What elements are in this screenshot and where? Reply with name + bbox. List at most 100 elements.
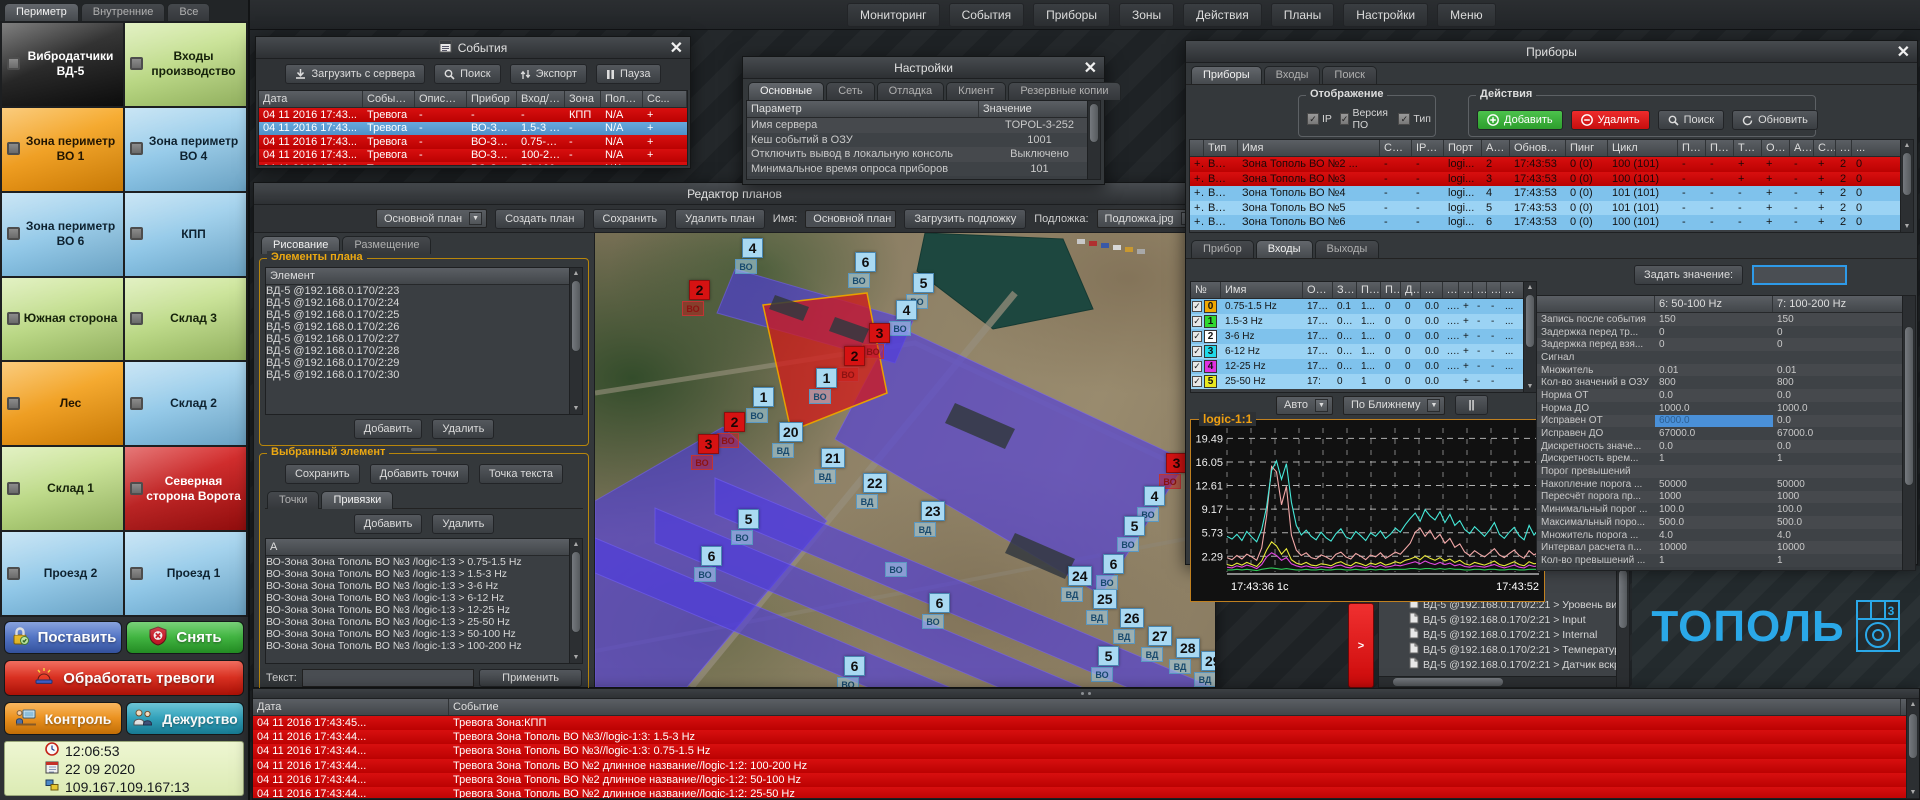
zone-tile[interactable]: Входы производство bbox=[125, 23, 246, 106]
map-marker[interactable]: 25ВД bbox=[1093, 589, 1117, 625]
plan-element-item[interactable]: ВД-5 @192.168.0.170/2:23 bbox=[266, 285, 582, 297]
devices-table-col-header[interactable]: Тип bbox=[1204, 140, 1238, 156]
param-row[interactable]: Множитель0.010.01 bbox=[1537, 364, 1915, 377]
devices-table-row[interactable]: +ВО-...Зона Тополь ВО №5--logi...517:43:… bbox=[1190, 201, 1913, 216]
devices-table-col-header[interactable]: Порт bbox=[1444, 140, 1482, 156]
map-marker-alarm[interactable]: 3ВО bbox=[698, 434, 719, 470]
devices-titlebar[interactable]: Приборы ✕ bbox=[1186, 41, 1917, 63]
param-value-2[interactable]: 150 bbox=[1773, 313, 1915, 326]
map-marker[interactable]: 4ВО bbox=[896, 300, 917, 336]
param-row[interactable]: Исправен ДО67000.067000.0 bbox=[1537, 427, 1915, 440]
element-remove-button[interactable]: Удалить bbox=[432, 419, 494, 439]
export-button[interactable]: Экспорт bbox=[510, 64, 587, 84]
load-underlay-button[interactable]: Загрузить подложку bbox=[904, 209, 1026, 229]
binding-remove-button[interactable]: Удалить bbox=[432, 514, 494, 534]
binding-item[interactable]: ВО-Зона Зона Тополь ВО №3 /logic-1:3 > 1… bbox=[266, 604, 582, 616]
params-col-header[interactable]: 7: 100-200 Hz bbox=[1773, 296, 1915, 312]
events-table-col-header[interactable]: Зона bbox=[565, 91, 601, 107]
map-marker[interactable]: 26ВД bbox=[1120, 608, 1144, 644]
text-input[interactable] bbox=[302, 669, 474, 687]
sidebar-tab-Все[interactable]: Все bbox=[167, 3, 210, 21]
zone-tile[interactable]: КПП bbox=[125, 193, 246, 276]
inputs-col-header[interactable]: № bbox=[1191, 282, 1221, 298]
devices-table-col-header[interactable]: Имя bbox=[1238, 140, 1380, 156]
param-row[interactable]: Максимальный поро...500.0500.0 bbox=[1537, 516, 1915, 529]
selected-save-button[interactable]: Сохранить bbox=[285, 464, 360, 484]
map-marker-alarm[interactable]: 2ВО bbox=[844, 346, 865, 382]
sidebar-tab-Периметр[interactable]: Периметр bbox=[4, 3, 79, 21]
scroll-up-arrow[interactable]: ▲ bbox=[570, 539, 582, 550]
elements-list-scrollbar[interactable]: ▲▼ bbox=[569, 268, 582, 414]
param-row[interactable]: Минимальный порог ...100.0100.0 bbox=[1537, 503, 1915, 516]
plan-element-item[interactable]: ВД-5 @192.168.0.170/2:26 bbox=[266, 321, 582, 333]
devices-table-col-header[interactable]: С... bbox=[1814, 140, 1836, 156]
devices-table-col-header[interactable]: Пла... bbox=[1706, 140, 1734, 156]
events-table-row[interactable]: 04 11 2016 17:43Тревога-ВО-Зон50-100-N/A… bbox=[259, 162, 687, 166]
param-value-1[interactable]: 800 bbox=[1655, 376, 1773, 389]
devices-table-col-header[interactable]: IP а... bbox=[1412, 140, 1444, 156]
menu-item-Приборы[interactable]: Приборы bbox=[1033, 3, 1110, 27]
tree-file-item[interactable]: ВД-5 @192.168.0.170/2:21 > Internal bbox=[1379, 627, 1629, 642]
param-value-2[interactable]: 0.0 bbox=[1773, 440, 1915, 453]
zone-checkbox[interactable] bbox=[7, 567, 20, 580]
param-value-1[interactable]: 0.0 bbox=[1655, 389, 1773, 402]
zone-checkbox[interactable] bbox=[7, 397, 20, 410]
map-marker[interactable]: 4ВО bbox=[742, 238, 763, 274]
binding-add-button[interactable]: Добавить bbox=[354, 514, 423, 534]
map-marker[interactable]: 5ВО bbox=[1124, 516, 1145, 552]
arm-button[interactable]: Поставить bbox=[4, 621, 122, 654]
plan-element-item[interactable]: ВД-5 @192.168.0.170/2:25 bbox=[266, 309, 582, 321]
snap-mode-dropdown[interactable]: По Ближнему▼ bbox=[1343, 396, 1445, 415]
devices-table-col-header[interactable]: Ок... bbox=[1762, 140, 1790, 156]
param-row[interactable]: Накопление порога ...5000050000 bbox=[1537, 478, 1915, 491]
log-col-date[interactable]: Дата bbox=[253, 699, 449, 715]
map-marker[interactable]: 29ВД bbox=[1201, 651, 1215, 687]
zone-checkbox[interactable] bbox=[7, 482, 20, 495]
tree-scrollbar[interactable] bbox=[1616, 567, 1629, 687]
param-value-2[interactable]: 0.01 bbox=[1773, 364, 1915, 377]
disarm-button[interactable]: Снять bbox=[126, 621, 244, 654]
map-marker[interactable]: 5ВО bbox=[1098, 646, 1119, 682]
param-value-2[interactable]: 1 bbox=[1773, 453, 1915, 466]
close-icon[interactable]: ✕ bbox=[1897, 42, 1910, 62]
inputs-col-header[interactable]: Имя bbox=[1221, 282, 1303, 298]
display-checkbox-Тип[interactable]: ✓Тип bbox=[1398, 113, 1431, 125]
log-grip-handle[interactable] bbox=[253, 689, 1919, 698]
display-checkbox-IP[interactable]: ✓IP bbox=[1307, 113, 1332, 125]
param-value-1[interactable]: 0.01 bbox=[1655, 364, 1773, 377]
zone-checkbox[interactable] bbox=[130, 227, 143, 240]
param-value-1[interactable]: 500.0 bbox=[1655, 516, 1773, 529]
input-row[interactable]: ✓412-25 Hz17:...0....1...000.0...+--... bbox=[1191, 359, 1536, 374]
param-value-2[interactable]: 0.0 bbox=[1773, 389, 1915, 402]
tree-file-item[interactable]: ВД-5 @192.168.0.170/2:21 > Input bbox=[1379, 612, 1629, 627]
device-remove-button[interactable]: Удалить bbox=[1571, 110, 1650, 130]
params-scrollbar[interactable] bbox=[1902, 296, 1915, 570]
settings-table-col-header[interactable]: Значение bbox=[979, 101, 1100, 117]
devices-table-row[interactable]: +ВО-...Зона Тополь ВО №3--logi...317:43:… bbox=[1190, 172, 1913, 187]
param-value-1[interactable]: 1000 bbox=[1655, 491, 1773, 504]
set-value-input[interactable] bbox=[1752, 265, 1847, 285]
map-marker[interactable]: 20ВД bbox=[779, 422, 803, 458]
param-value-2[interactable]: 0 bbox=[1773, 338, 1915, 351]
log-scrollbar[interactable]: ▲▼ bbox=[1906, 699, 1919, 798]
zone-checkbox[interactable] bbox=[130, 142, 143, 155]
binding-item[interactable]: ВО-Зона Зона Тополь ВО №3 /logic-1:3 > 5… bbox=[266, 628, 582, 640]
zone-checkbox[interactable] bbox=[7, 57, 20, 70]
plan-name-input[interactable]: Основной план bbox=[805, 210, 896, 228]
param-value-2[interactable] bbox=[1773, 356, 1915, 358]
param-row[interactable]: Исправен ОТ6000.00.0 bbox=[1537, 415, 1915, 428]
binding-item[interactable]: ВО-Зона Зона Тополь ВО №3 /logic-1:3 > 3… bbox=[266, 580, 582, 592]
load-from-server-button[interactable]: Загрузить с сервера bbox=[285, 64, 425, 84]
sidebar-tab-Внутренние[interactable]: Внутренние bbox=[81, 3, 166, 21]
events-table-col-header[interactable]: Сс... bbox=[643, 91, 687, 107]
events-table-col-header[interactable]: Дата bbox=[259, 91, 363, 107]
devices-table-row[interactable]: +ВО-...Зона Тополь ВО №4--logi...417:43:… bbox=[1190, 186, 1913, 201]
settings-table-row[interactable]: Отключить вывод в локальную консольВыклю… bbox=[747, 147, 1100, 162]
settings-tab-Клиент[interactable]: Клиент bbox=[946, 82, 1006, 100]
map-marker[interactable]: 6ВО bbox=[929, 593, 950, 629]
devices-table-row[interactable]: +ВО-...Зона Тополь ВО №2 ...--logi...217… bbox=[1190, 157, 1913, 172]
log-row[interactable]: 04 11 2016 17:43:45...Тревога Зона:КПП+ bbox=[253, 716, 1919, 730]
settings-table-row[interactable]: Имя сервераTOPOL-3-252 bbox=[747, 118, 1100, 133]
menu-item-Меню[interactable]: Меню bbox=[1437, 3, 1495, 27]
zone-tile[interactable]: Склад 3 bbox=[125, 278, 246, 361]
